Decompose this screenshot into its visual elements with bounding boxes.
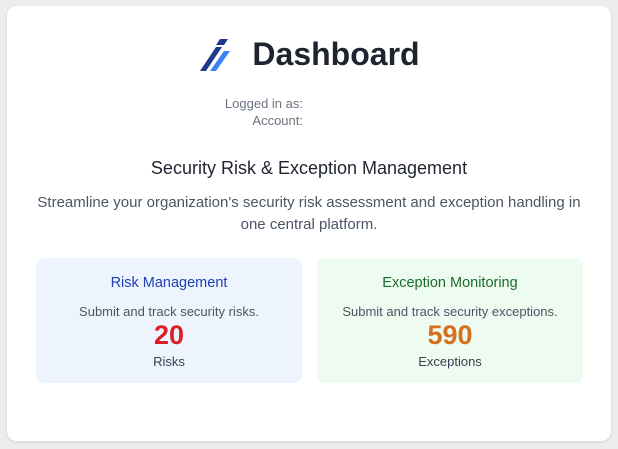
dashboard-card: Dashboard Logged in as: Account: Securit… — [7, 6, 611, 441]
section-subtitle: Security Risk & Exception Management — [150, 158, 468, 178]
risk-panel-description: Submit and track security risks. — [79, 304, 259, 319]
header: Dashboard — [7, 36, 611, 73]
exception-panel-title[interactable]: Exception Monitoring — [317, 275, 583, 291]
risk-unit-label: Risks — [153, 354, 185, 369]
risk-management-panel[interactable]: Risk Management Submit and track securit… — [36, 258, 302, 383]
user-info: Logged in as: Account: — [7, 95, 303, 129]
exception-count: 590 — [427, 320, 473, 350]
exception-panel-description: Submit and track security exceptions. — [342, 304, 558, 319]
page-title: Dashboard — [252, 36, 420, 72]
exception-monitoring-panel[interactable]: Exception Monitoring Submit and track se… — [317, 258, 583, 383]
diagonal-slashes-logo-icon — [200, 38, 231, 71]
account-label: Account: — [252, 113, 303, 128]
risk-panel-title[interactable]: Risk Management — [36, 275, 302, 291]
logged-in-label: Logged in as: — [224, 96, 303, 111]
risk-count: 20 — [153, 320, 185, 350]
section-description: Streamline your organization's security … — [37, 194, 581, 233]
exception-unit-label: Exceptions — [418, 354, 482, 369]
